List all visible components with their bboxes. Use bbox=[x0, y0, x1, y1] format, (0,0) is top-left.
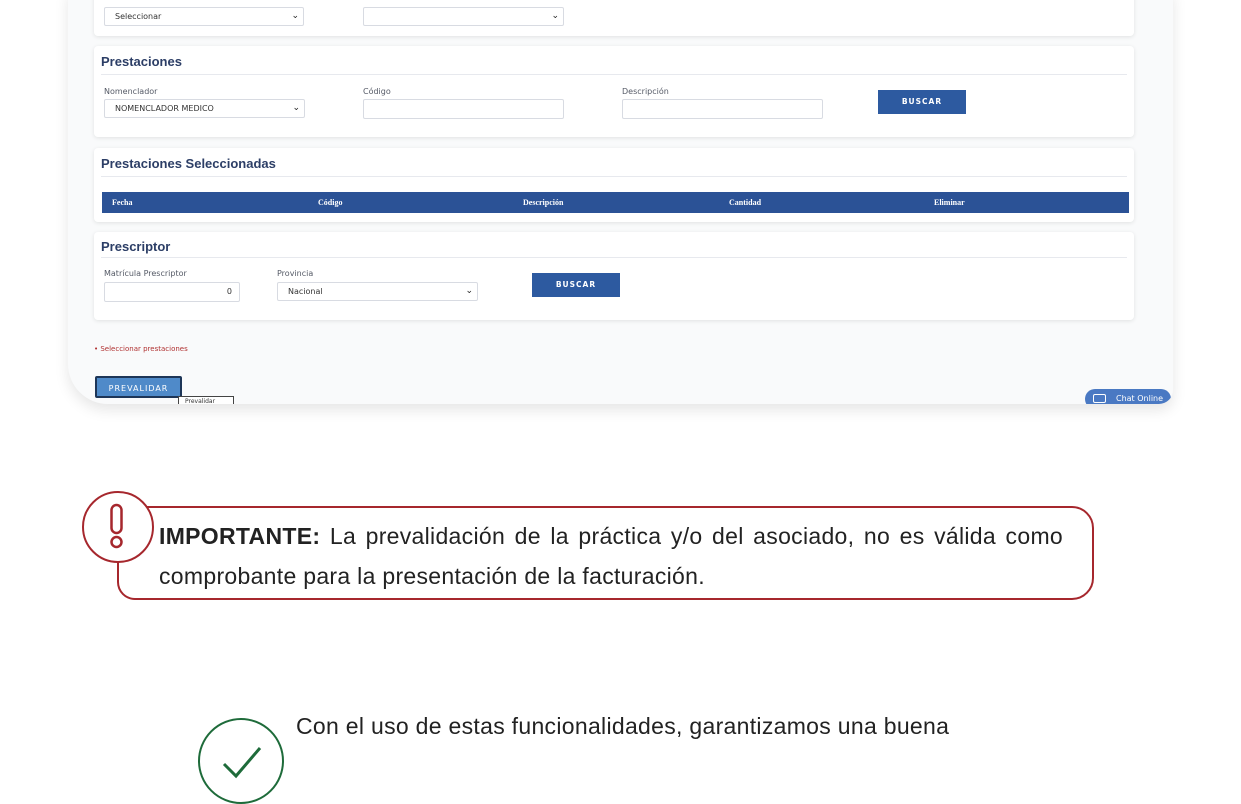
chat-online-label: Chat Online bbox=[1116, 394, 1164, 403]
important-label: IMPORTANTE: bbox=[159, 523, 321, 549]
exclamation-icon bbox=[109, 503, 123, 548]
col-fecha: Fecha bbox=[112, 198, 133, 207]
important-text: IMPORTANTE: La prevalidación de la práct… bbox=[159, 516, 1063, 596]
divider bbox=[101, 74, 1127, 75]
chevron-down-icon: ⌄ bbox=[551, 11, 559, 21]
matricula-input[interactable]: 0 bbox=[104, 282, 240, 302]
codigo-input[interactable] bbox=[363, 99, 564, 119]
col-descripcion: Descripción bbox=[523, 198, 564, 207]
prevalidar-button[interactable]: PREVALIDAR bbox=[95, 376, 182, 398]
col-codigo: Código bbox=[318, 198, 343, 207]
prestaciones-title: Prestaciones bbox=[101, 54, 182, 69]
nomenclador-label: Nomenclador bbox=[104, 87, 158, 96]
prestaciones-buscar-button[interactable]: BUSCAR bbox=[878, 90, 966, 114]
divider bbox=[101, 176, 1127, 177]
validation-note: • Seleccionar prestaciones bbox=[94, 345, 188, 353]
provincia-label: Provincia bbox=[277, 269, 314, 278]
alert-badge bbox=[82, 491, 154, 563]
descripcion-label: Descripción bbox=[622, 87, 669, 96]
prevalidar-tooltip: Prevalidar bbox=[178, 396, 234, 404]
prestaciones-card: Prestaciones Nomenclador NOMENCLADOR MED… bbox=[94, 46, 1134, 137]
nomenclador-value: NOMENCLADOR MEDICO bbox=[115, 104, 214, 113]
prescriptor-title: Prescriptor bbox=[101, 239, 171, 254]
codigo-label: Código bbox=[363, 87, 391, 96]
descripcion-input[interactable] bbox=[622, 99, 823, 119]
chat-icon bbox=[1093, 394, 1106, 403]
prescriptor-card: Prescriptor Matrícula Prescriptor 0 Prov… bbox=[94, 232, 1134, 320]
top-select[interactable]: Seleccionar ⌄ bbox=[104, 7, 304, 26]
chevron-down-icon: ⌄ bbox=[465, 286, 473, 296]
top-select-2[interactable]: ⌄ bbox=[363, 7, 564, 26]
chat-online-button[interactable]: Chat Online bbox=[1085, 389, 1171, 404]
validation-note-text: Seleccionar prestaciones bbox=[100, 345, 188, 353]
divider bbox=[101, 257, 1127, 258]
col-cantidad: Cantidad bbox=[729, 198, 762, 207]
provincia-value: Nacional bbox=[288, 287, 323, 296]
matricula-label: Matrícula Prescriptor bbox=[104, 269, 187, 278]
nomenclador-select[interactable]: NOMENCLADOR MEDICO ⌄ bbox=[104, 99, 305, 118]
top-select-value: Seleccionar bbox=[115, 12, 162, 21]
chevron-down-icon: ⌄ bbox=[291, 11, 299, 21]
seleccionadas-card: Prestaciones Seleccionadas Fecha Código … bbox=[94, 148, 1134, 222]
top-card: Seleccionar ⌄ ⌄ bbox=[94, 0, 1134, 36]
chevron-down-icon: ⌄ bbox=[292, 103, 300, 113]
checkmark-icon bbox=[222, 746, 261, 778]
bottom-text: Con el uso de estas funcionalidades, gar… bbox=[296, 713, 950, 739]
provincia-select[interactable]: Nacional ⌄ bbox=[277, 282, 478, 301]
col-eliminar: Eliminar bbox=[934, 198, 965, 207]
prescriptor-buscar-button[interactable]: BUSCAR bbox=[532, 273, 620, 297]
check-badge bbox=[198, 718, 284, 804]
table-header: Fecha Código Descripción Cantidad Elimin… bbox=[102, 192, 1129, 213]
form-screenshot: Seleccionar ⌄ ⌄ Prestaciones Nomenclador… bbox=[68, 0, 1173, 404]
seleccionadas-title: Prestaciones Seleccionadas bbox=[101, 156, 276, 171]
